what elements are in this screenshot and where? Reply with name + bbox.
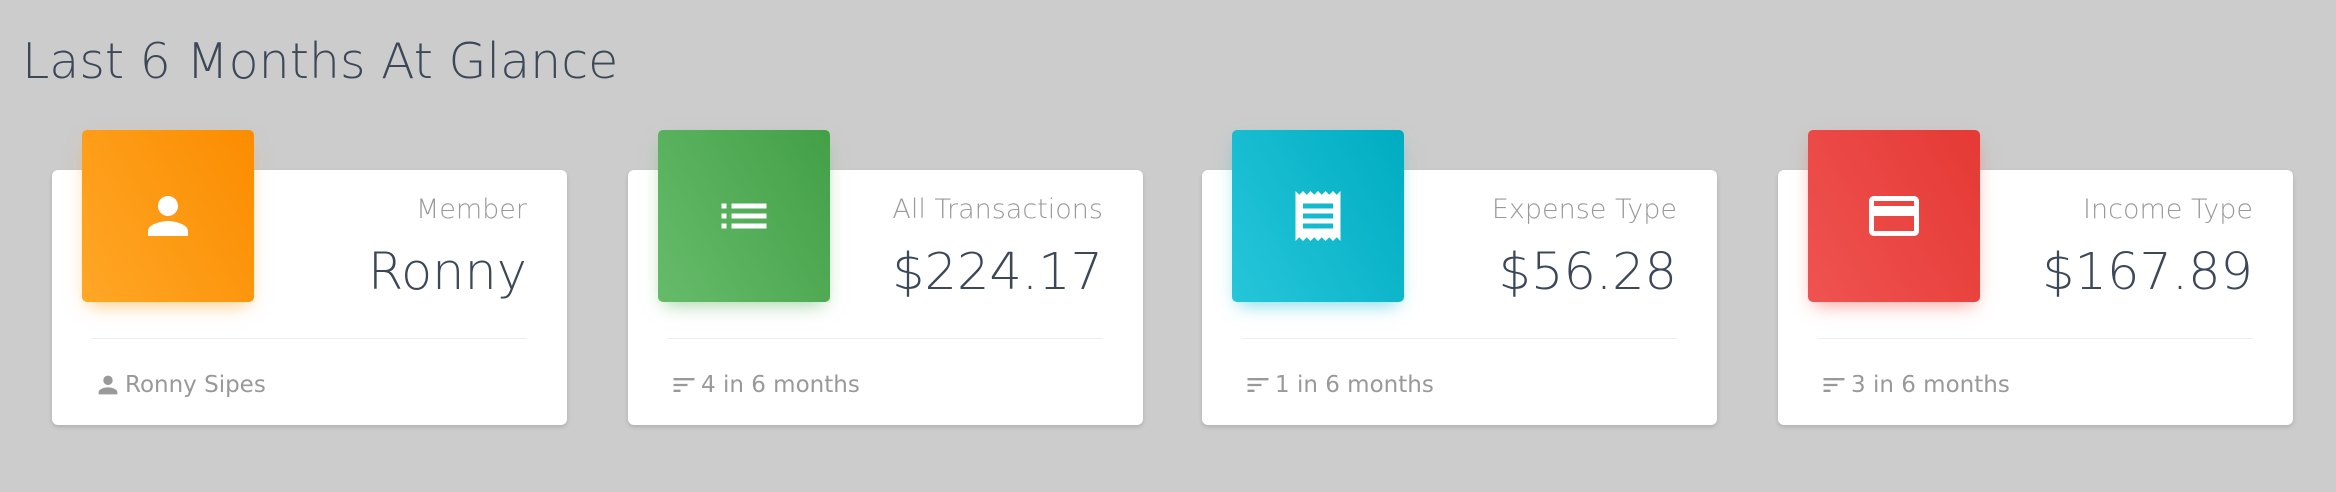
card-value: Ronny [367,243,527,302]
card-footer-text: 4 in 6 months [701,372,860,398]
person-icon [148,196,188,236]
card-divider [1818,338,2253,339]
card-footer: 1 in 6 months [1244,368,1434,402]
card-value: $56.28 [1498,243,1677,302]
list-icon [721,203,767,229]
card-divider [1242,338,1677,339]
card-value: $224.17 [892,243,1103,302]
card-footer-text: 3 in 6 months [1851,372,2010,398]
member-card: Member Ronny Ronny Sipes [52,130,567,425]
card-value: $167.89 [2042,243,2253,302]
card-category: Income Type [2083,194,2253,225]
card-footer: 4 in 6 months [670,368,860,402]
card-footer: Ronny Sipes [94,368,266,402]
sort-icon [1823,378,1845,392]
receipt-icon [1295,191,1341,241]
card-divider [92,338,527,339]
card-divider [668,338,1103,339]
transactions-icon-box [658,130,830,302]
card-category: Member [415,194,527,225]
person-small-icon [98,375,118,395]
card-footer-text: Ronny Sipes [125,372,266,398]
card-footer-text: 1 in 6 months [1275,372,1434,398]
member-icon-box [82,130,254,302]
sort-icon [673,378,695,392]
expense-icon-box [1232,130,1404,302]
card-footer: 3 in 6 months [1820,368,2010,402]
income-type-card: Income Type $167.89 3 in 6 months [1778,130,2293,425]
card-category: Expense Type [1491,194,1677,225]
expense-type-card: Expense Type $56.28 1 in 6 months [1202,130,1717,425]
card-category: All Transactions [892,194,1103,225]
all-transactions-card: All Transactions $224.17 4 in 6 months [628,130,1143,425]
page-title: Last 6 Months At Glance [22,33,619,90]
income-icon-box [1808,130,1980,302]
credit-card-icon [1869,196,1919,236]
sort-icon [1247,378,1269,392]
